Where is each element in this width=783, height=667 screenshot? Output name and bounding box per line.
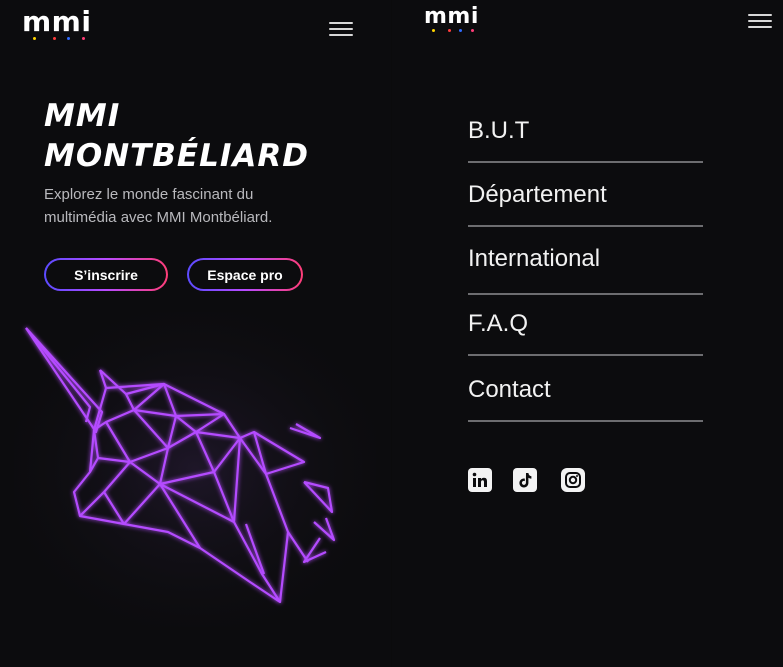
hero-subtitle: Explorez le monde fascinant du multimédi… — [44, 183, 334, 229]
tiktok-glyph — [519, 473, 532, 488]
hero-subtitle-line-2: multimédia avec MMI Montbéliard. — [44, 209, 273, 226]
nav-item-label: International — [468, 245, 601, 272]
mobile-home-screen: mmi MMI MONTBÉLIARD Explorez le monde fa… — [0, 0, 391, 667]
hero-title-line-2: MONTBÉLIARD — [44, 138, 309, 174]
nav-item-international[interactable]: International — [468, 227, 703, 295]
logo-dot-red — [448, 29, 451, 32]
tiktok-icon[interactable] — [513, 468, 537, 492]
logo-dot-yellow — [432, 29, 435, 32]
hamburger-menu-icon[interactable] — [748, 12, 772, 30]
logo-dot-blue — [459, 29, 462, 32]
logo-text: mmi — [424, 4, 479, 29]
logo-dot-pink — [471, 29, 474, 32]
signup-button-label: S’inscrire — [74, 266, 138, 283]
logo-text: mmi — [22, 5, 92, 38]
hero-title: MMI MONTBÉLIARD — [44, 96, 364, 176]
linkedin-icon[interactable] — [468, 468, 492, 492]
logo-dot-yellow — [33, 37, 36, 40]
hamburger-menu-icon[interactable] — [329, 20, 353, 38]
nav-item-departement[interactable]: Département — [468, 163, 703, 227]
instagram-icon[interactable] — [561, 468, 585, 492]
mmi-logo[interactable]: mmi — [424, 4, 479, 32]
nav-item-but[interactable]: B.U.T — [468, 110, 703, 163]
logo-color-dots — [22, 36, 91, 40]
logo-dot-red — [53, 37, 56, 40]
logo-color-dots — [424, 28, 479, 32]
nav-item-contact[interactable]: Contact — [468, 356, 703, 422]
hero-subtitle-line-1: Explorez le monde fascinant du — [44, 186, 254, 203]
mobile-menu-screen: mmi B.U.T Département International F.A.… — [392, 0, 783, 667]
pro-space-button-label: Espace pro — [207, 266, 283, 283]
nav-item-label: B.U.T — [468, 117, 530, 144]
pro-space-button[interactable]: Espace pro — [187, 258, 303, 291]
top-bar: mmi — [0, 0, 391, 60]
hero-title-line-1: MMI — [44, 98, 121, 134]
logo-dot-blue — [67, 37, 70, 40]
signup-button[interactable]: S’inscrire — [44, 258, 168, 291]
instagram-glyph — [565, 472, 581, 488]
main-navigation: B.U.T Département International F.A.Q Co… — [468, 110, 703, 422]
nav-item-label: F.A.Q — [468, 310, 529, 337]
mmi-logo[interactable]: mmi — [22, 5, 92, 40]
top-bar: mmi — [392, 0, 783, 60]
nav-item-label: Département — [468, 181, 607, 208]
nav-item-label: Contact — [468, 376, 551, 403]
linkedin-glyph — [472, 472, 487, 487]
logo-dot-pink — [82, 37, 85, 40]
nav-item-faq[interactable]: F.A.Q — [468, 295, 703, 356]
neon-unicorn-illustration — [14, 312, 376, 627]
